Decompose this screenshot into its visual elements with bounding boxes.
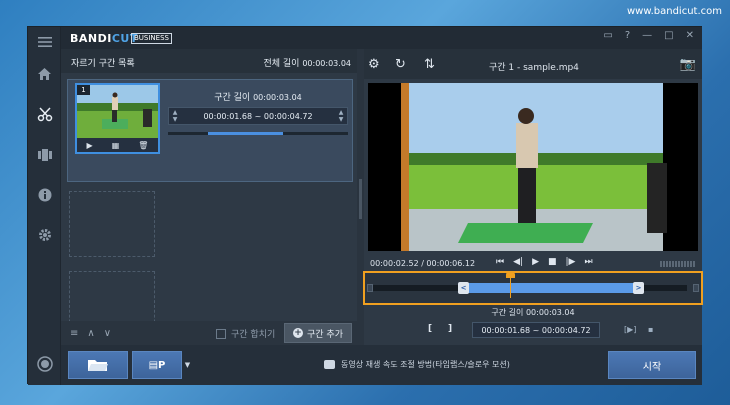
settings-icon[interactable] xyxy=(36,226,53,243)
end-stepper[interactable]: ▲ ▼ xyxy=(337,109,345,123)
minimize-button[interactable]: — xyxy=(642,30,652,41)
segment-number: 1 xyxy=(77,85,90,95)
video-frame xyxy=(368,83,698,251)
prev-segment-icon[interactable]: ⏮ xyxy=(496,257,504,267)
clip-title: 구간 1 - sample.mp4 xyxy=(489,63,579,73)
help-icon[interactable]: ? xyxy=(625,30,630,41)
next-segment-icon[interactable]: ⏭ xyxy=(584,257,592,267)
start-button[interactable]: 시작 xyxy=(608,351,696,379)
start-stepper[interactable]: ▲ ▼ xyxy=(171,109,179,123)
add-segment-button[interactable]: + 구간 추가 xyxy=(284,323,352,343)
film-icon: ▤ xyxy=(148,359,159,371)
close-button[interactable]: ✕ xyxy=(686,30,694,41)
prev-frame-icon[interactable]: ◀| xyxy=(513,257,523,267)
app-logo: BANDICUT xyxy=(70,32,138,45)
set-start-button[interactable]: [ xyxy=(428,324,432,334)
segment-range[interactable]: ▲ ▼ 00:00:01.68 ~ 00:00:04.72 ▲ ▼ xyxy=(168,107,348,125)
merge-checkbox[interactable]: 구간 합치기 xyxy=(216,327,275,340)
loop-icon[interactable]: ▪ xyxy=(648,325,653,334)
split-icon[interactable] xyxy=(36,146,53,163)
rotate-icon[interactable]: ↻ xyxy=(395,57,406,72)
delete-all-icon[interactable]: ≡ xyxy=(70,328,78,339)
play-icon[interactable]: ▶ xyxy=(87,141,93,150)
open-file-button[interactable] xyxy=(68,351,128,379)
playback-row: 00:00:02.52 / 00:00:06.12 ⏮ ◀| ▶ ■ |▶ ⏭ xyxy=(370,257,696,271)
home-icon[interactable] xyxy=(36,65,53,82)
move-down-icon[interactable]: ∨ xyxy=(104,328,111,339)
timeline-selection[interactable] xyxy=(463,283,641,293)
output-format-button[interactable]: ▤ P xyxy=(132,351,182,379)
record-icon[interactable] xyxy=(36,355,53,372)
format-dropdown[interactable]: ▼ xyxy=(183,351,192,379)
selection-length: 구간 길이 00:00:03.04 xyxy=(491,308,575,317)
chat-icon xyxy=(324,360,335,369)
start-handle[interactable]: < xyxy=(458,282,469,294)
gear-icon[interactable]: ⚙ xyxy=(368,57,380,72)
move-up-icon[interactable]: ∧ xyxy=(87,328,94,339)
next-frame-icon[interactable]: |▶ xyxy=(566,257,576,267)
merge-checkbox-box[interactable] xyxy=(216,328,226,339)
segment-length: 구간 길이 00:00:03.04 xyxy=(214,93,302,103)
segment-mini-bar xyxy=(168,132,348,135)
empty-slot xyxy=(69,191,155,257)
maximize-button[interactable]: □ xyxy=(664,30,673,41)
selection-range-row: [ ] 00:00:01.68 ~ 00:00:04.72 [▶] ▪ xyxy=(364,320,702,340)
transport-controls: ⏮ ◀| ▶ ■ |▶ ⏭ xyxy=(496,257,593,267)
timecode: 00:00:02.52 / 00:00:06.12 xyxy=(370,259,476,268)
set-end-button[interactable]: ] xyxy=(448,324,452,334)
info-icon[interactable] xyxy=(36,186,53,203)
tip-link[interactable]: 동영상 재생 속도 조절 방법(타임랩스/슬로우 모션) xyxy=(324,359,510,370)
folder-icon[interactable]: ▭ xyxy=(603,30,612,41)
thumbnail-controls: ▶ ▦ 🗑 xyxy=(77,138,158,152)
stop-button[interactable]: ■ xyxy=(548,257,557,267)
timeline-end-cap xyxy=(693,284,699,292)
edition-badge: BUSINESS xyxy=(131,33,172,44)
volume-slider[interactable] xyxy=(660,261,696,267)
delete-icon[interactable]: 🗑 xyxy=(138,141,148,150)
player-panel: ⚙ ↻ ⇅ 구간 1 - sample.mp4 📷 00:00:02.52 / … xyxy=(363,49,703,345)
bottom-bar: ▤ P ▼ 동영상 재생 속도 조절 방법(타임랩스/슬로우 모션) 시작 xyxy=(61,345,702,385)
play-button[interactable]: ▶ xyxy=(532,257,539,267)
selection-range[interactable]: 00:00:01.68 ~ 00:00:04.72 xyxy=(472,322,600,338)
camera-icon[interactable]: 📷 xyxy=(680,57,696,72)
segment-panel-footer: ≡ ∧ ∨ 구간 합치기 + 구간 추가 xyxy=(61,321,357,345)
cut-icon[interactable] xyxy=(36,105,53,122)
total-length: 전체 길이 00:00:03.04 xyxy=(263,59,351,69)
player-toolbar: ⚙ ↻ ⇅ 구간 1 - sample.mp4 📷 xyxy=(364,49,702,79)
segment-panel-header: 자르기 구간 목록 전체 길이 00:00:03.04 xyxy=(61,49,357,73)
folder-open-icon xyxy=(88,360,108,371)
app-window: BANDICUT BUSINESS ▭ ? — □ ✕ 자르기 구간 목록 전체… xyxy=(27,26,703,385)
segment-card[interactable]: 1 ▶ ▦ 🗑 구간 길이 00:00:03.04 ▲ ▼ 00:00:01.68… xyxy=(67,79,353,182)
menu-icon[interactable] xyxy=(36,33,53,50)
segment-list-title: 자르기 구간 목록 xyxy=(71,59,135,69)
video-preview[interactable] xyxy=(368,83,698,251)
segment-thumbnail[interactable]: 1 ▶ ▦ 🗑 xyxy=(75,83,160,154)
end-handle[interactable]: > xyxy=(633,282,644,294)
timeline[interactable]: < > xyxy=(363,271,703,305)
grid-icon[interactable]: ▦ xyxy=(112,141,120,150)
play-selection-icon[interactable]: [▶] xyxy=(624,325,636,334)
side-rail xyxy=(28,27,61,385)
segment-panel: 자르기 구간 목록 전체 길이 00:00:03.04 1 ▶ ▦ 🗑 구간 길… xyxy=(61,49,357,345)
plus-icon: + xyxy=(293,328,303,338)
watermark: www.bandicut.com xyxy=(626,6,722,17)
title-bar: BANDICUT BUSINESS ▭ ? — □ ✕ xyxy=(61,27,702,49)
flip-icon[interactable]: ⇅ xyxy=(424,57,435,72)
playhead[interactable] xyxy=(506,271,515,298)
